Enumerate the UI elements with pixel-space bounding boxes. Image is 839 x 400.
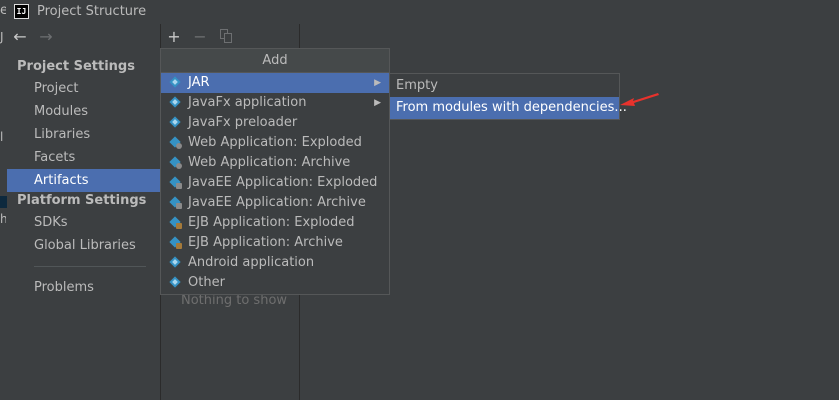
annotation-arrow-icon (620, 93, 659, 106)
menu-item-javafx-preloader[interactable]: JavaFx preloader (161, 113, 389, 133)
jar-submenu: Empty From modules with dependencies... (389, 73, 627, 120)
menu-item-label: JAR (188, 75, 210, 90)
menu-item-web-application-archive[interactable]: Web Application: Archive (161, 153, 389, 173)
menu-item-label: Web Application: Exploded (188, 135, 362, 150)
window-edge-fragment: h (0, 212, 6, 226)
submenu-item-from-modules-with-dependencies[interactable]: From modules with dependencies... (390, 97, 627, 119)
window-title: Project Structure (37, 4, 147, 19)
sidebar-item-libraries[interactable]: Libraries (7, 123, 160, 146)
menu-item-label: JavaEE Application: Archive (188, 195, 366, 210)
artifact-diamond-icon (169, 96, 181, 108)
sidebar-item-modules[interactable]: Modules (7, 100, 160, 123)
artifact-diamond-icon (169, 256, 181, 268)
sidebar-divider (34, 266, 146, 267)
javaee-artifact-icon (169, 196, 182, 209)
artifact-diamond-icon (169, 76, 181, 88)
menu-item-label: Android application (188, 255, 315, 270)
submenu-arrow-icon: ▶ (374, 78, 381, 88)
popup-title: Add (161, 49, 389, 73)
sidebar-item-project[interactable]: Project (7, 77, 160, 100)
annotation-arrow-shape (620, 93, 659, 106)
remove-artifact-button[interactable]: − (191, 27, 209, 47)
menu-item-label: Other (188, 275, 225, 290)
menu-item-ejb-application-exploded[interactable]: EJB Application: Exploded (161, 213, 389, 233)
ejb-artifact-icon (169, 216, 182, 229)
menu-item-jar[interactable]: JAR ▶ (161, 73, 389, 93)
menu-item-other[interactable]: Other (161, 273, 389, 293)
javaee-artifact-icon (169, 176, 182, 189)
menu-item-label: JavaEE Application: Exploded (188, 175, 378, 190)
sidebar-item-global-libraries[interactable]: Global Libraries (7, 234, 160, 257)
menu-item-ejb-application-archive[interactable]: EJB Application: Archive (161, 233, 389, 253)
platform-settings-header: Platform Settings (17, 193, 147, 208)
project-settings-header: Project Settings (17, 59, 135, 74)
menu-item-web-application-exploded[interactable]: Web Application: Exploded (161, 133, 389, 153)
menu-item-javafx-application[interactable]: JavaFx application ▶ (161, 93, 389, 113)
intellij-logo-icon: IJ (14, 4, 29, 19)
add-artifact-popup: Add JAR ▶ JavaFx application ▶ JavaFx pr… (160, 48, 390, 295)
artifact-diamond-icon (169, 276, 181, 288)
menu-item-label: JavaFx preloader (188, 115, 298, 130)
submenu-item-empty[interactable]: Empty (390, 75, 619, 97)
window-edge-fragment: e (0, 3, 6, 18)
back-arrow-icon[interactable]: ← (11, 26, 29, 48)
menu-item-javaee-application-archive[interactable]: JavaEE Application: Archive (161, 193, 389, 213)
web-artifact-icon (169, 136, 182, 149)
submenu-arrow-icon: ▶ (374, 98, 381, 108)
artifact-diamond-icon (169, 116, 181, 128)
add-artifact-button[interactable]: + (165, 27, 183, 47)
sidebar-item-sdks[interactable]: SDKs (7, 211, 160, 234)
title-bar: e IJ Project Structure (0, 0, 839, 24)
window-edge-fragment: J (0, 30, 4, 44)
copy-icon-front (224, 33, 232, 43)
window-edge-fragment (0, 196, 7, 208)
sidebar-item-artifacts[interactable]: Artifacts (7, 169, 160, 192)
menu-item-label: Web Application: Archive (188, 155, 351, 170)
menu-item-label: EJB Application: Archive (188, 235, 343, 250)
empty-list-text: Nothing to show (181, 293, 288, 308)
web-artifact-icon (169, 156, 182, 169)
window-edge-fragment: l (0, 130, 4, 144)
menu-item-label: EJB Application: Exploded (188, 215, 355, 230)
sidebar-item-facets[interactable]: Facets (7, 146, 160, 169)
forward-arrow-icon[interactable]: → (37, 26, 55, 48)
menu-item-android-application[interactable]: Android application (161, 253, 389, 273)
copy-artifact-icon[interactable] (217, 27, 235, 47)
menu-item-label: JavaFx application (188, 95, 307, 110)
ejb-artifact-icon (169, 236, 182, 249)
menu-item-javaee-application-exploded[interactable]: JavaEE Application: Exploded (161, 173, 389, 193)
sidebar-item-problems[interactable]: Problems (7, 276, 160, 299)
